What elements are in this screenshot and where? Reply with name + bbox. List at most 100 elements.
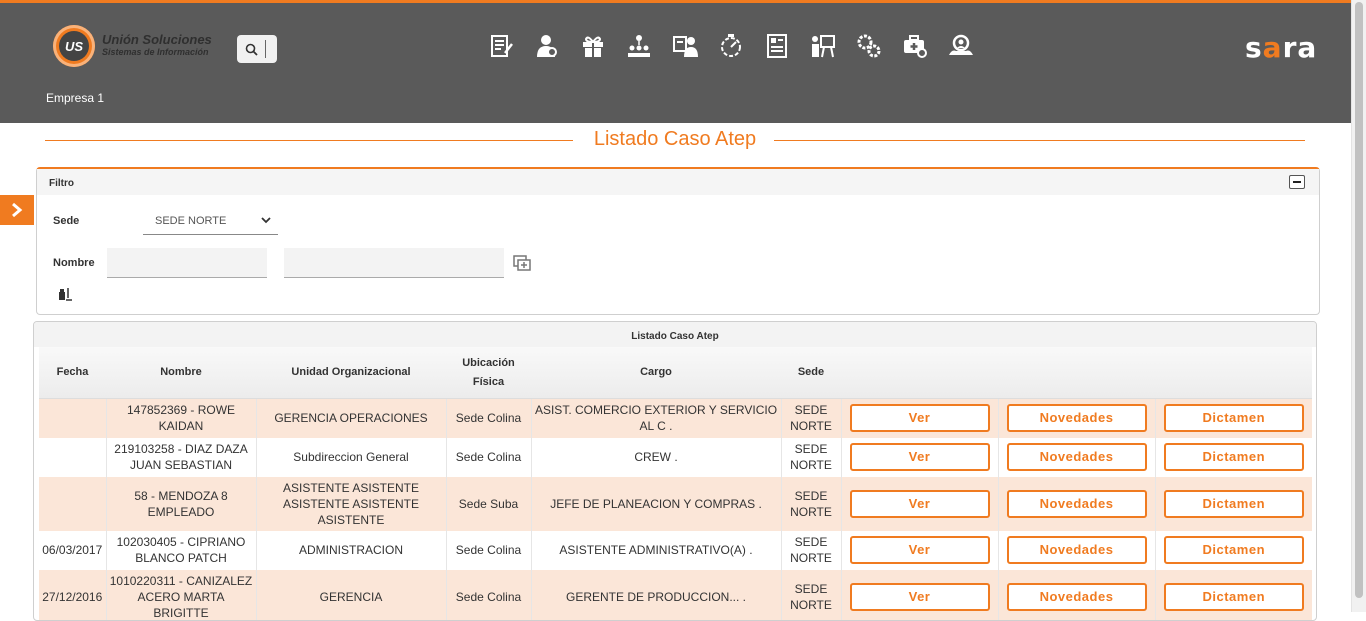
cell-fecha bbox=[39, 477, 106, 531]
page-title-wrap: Listado Caso Atep bbox=[45, 128, 1305, 151]
logo-text: Unión Soluciones Sistemas de Información bbox=[102, 33, 212, 59]
logo-line2: Sistemas de Información bbox=[102, 46, 212, 59]
company-name[interactable]: Empresa 1 bbox=[46, 91, 104, 105]
cell-dictamen: Dictamen bbox=[1155, 399, 1312, 438]
medical-kit-icon[interactable] bbox=[900, 31, 930, 61]
org-chart-icon[interactable] bbox=[624, 31, 654, 61]
dictamen-button[interactable]: Dictamen bbox=[1164, 583, 1304, 611]
timer-icon[interactable] bbox=[716, 31, 746, 61]
collapse-button[interactable] bbox=[1289, 175, 1305, 189]
settings-gears-icon[interactable] bbox=[854, 31, 884, 61]
ver-button[interactable]: Ver bbox=[850, 443, 990, 471]
search-icon bbox=[245, 43, 258, 56]
cell-sede: SEDE NORTE bbox=[781, 477, 841, 531]
cell-nombre: 58 - MENDOZA 8 EMPLEADO bbox=[106, 477, 256, 531]
cell-ubicacion: Sede Colina bbox=[446, 399, 531, 438]
col-cargo[interactable]: Cargo bbox=[531, 347, 781, 399]
nombre-search-input[interactable] bbox=[284, 248, 504, 278]
table-row: 219103258 - DIAZ DAZA JUAN SEBASTIAN Sub… bbox=[39, 438, 1312, 477]
col-novedades bbox=[998, 347, 1155, 399]
gift-icon[interactable] bbox=[578, 31, 608, 61]
cell-fecha: 27/12/2016 bbox=[39, 570, 106, 621]
cell-dictamen: Dictamen bbox=[1155, 477, 1312, 531]
col-ver bbox=[841, 347, 998, 399]
table-row: 06/03/2017 102030405 - CIPRIANO BLANCO P… bbox=[39, 531, 1312, 570]
cell-unidad: GERENCIA OPERACIONES bbox=[256, 399, 446, 438]
ver-button[interactable]: Ver bbox=[850, 404, 990, 432]
cell-cargo: ASISTENTE ADMINISTRATIVO(A) . bbox=[531, 531, 781, 570]
brand-logo: sara bbox=[1245, 31, 1317, 64]
nombre-input[interactable] bbox=[107, 248, 267, 278]
results-table: Fecha Nombre Unidad Organizacional Ubica… bbox=[39, 347, 1312, 621]
novedades-button[interactable]: Novedades bbox=[1007, 404, 1147, 432]
col-unidad[interactable]: Unidad Organizacional bbox=[256, 347, 446, 399]
cell-novedades: Novedades bbox=[998, 531, 1155, 570]
cell-novedades: Novedades bbox=[998, 477, 1155, 531]
cell-ubicacion: Sede Suba bbox=[446, 477, 531, 531]
dictamen-button[interactable]: Dictamen bbox=[1164, 404, 1304, 432]
col-sede[interactable]: Sede bbox=[781, 347, 841, 399]
table-header-row: Fecha Nombre Unidad Organizacional Ubica… bbox=[39, 347, 1312, 399]
side-menu-toggle[interactable] bbox=[0, 195, 34, 225]
table-title: Listado Caso Atep bbox=[34, 322, 1316, 347]
presentation-icon[interactable] bbox=[808, 31, 838, 61]
cell-unidad: ASISTENTE ASISTENTE ASISTENTE ASISTENTE … bbox=[256, 477, 446, 531]
table-row: 147852369 - ROWE KAIDAN GERENCIA OPERACI… bbox=[39, 399, 1312, 438]
cell-dictamen: Dictamen bbox=[1155, 438, 1312, 477]
cell-ver: Ver bbox=[841, 438, 998, 477]
filter-header: Filtro bbox=[37, 169, 1319, 195]
cell-ver: Ver bbox=[841, 399, 998, 438]
cell-cargo: JEFE DE PLANEACION Y COMPRAS . bbox=[531, 477, 781, 531]
col-dictamen bbox=[1155, 347, 1312, 399]
form-edit-icon[interactable] bbox=[486, 31, 516, 61]
col-nombre[interactable]: Nombre bbox=[106, 347, 256, 399]
dictamen-button[interactable]: Dictamen bbox=[1164, 536, 1304, 564]
document-list-icon[interactable] bbox=[762, 31, 792, 61]
ver-button[interactable]: Ver bbox=[850, 490, 990, 518]
logo-line1: Unión Soluciones bbox=[102, 33, 212, 46]
sede-selected-value: SEDE NORTE bbox=[155, 215, 226, 227]
cell-nombre: 147852369 - ROWE KAIDAN bbox=[106, 399, 256, 438]
sede-label: Sede bbox=[53, 215, 79, 227]
dictamen-button[interactable]: Dictamen bbox=[1164, 443, 1304, 471]
team-search-icon[interactable] bbox=[946, 31, 976, 61]
scrollbar-thumb[interactable] bbox=[1355, 2, 1363, 598]
ver-button[interactable]: Ver bbox=[850, 536, 990, 564]
filter-panel: Filtro Sede SEDE NORTE Nombre bbox=[36, 167, 1320, 315]
people-board-icon[interactable] bbox=[670, 31, 700, 61]
clear-filter-icon[interactable] bbox=[57, 286, 73, 302]
user-admin-icon[interactable] bbox=[532, 31, 562, 61]
cell-cargo: CREW . bbox=[531, 438, 781, 477]
cell-fecha bbox=[39, 399, 106, 438]
cell-sede: SEDE NORTE bbox=[781, 570, 841, 621]
main-nav bbox=[486, 31, 992, 61]
cell-nombre: 102030405 - CIPRIANO BLANCO PATCH bbox=[106, 531, 256, 570]
cell-cargo: ASIST. COMERCIO EXTERIOR Y SERVICIO AL C… bbox=[531, 399, 781, 438]
col-ubicacion[interactable]: Ubicación Física bbox=[446, 347, 531, 399]
nombre-label: Nombre bbox=[53, 257, 95, 269]
table-row: 58 - MENDOZA 8 EMPLEADO ASISTENTE ASISTE… bbox=[39, 477, 1312, 531]
logo-mark-text: US bbox=[59, 31, 89, 61]
novedades-button[interactable]: Novedades bbox=[1007, 490, 1147, 518]
ver-button[interactable]: Ver bbox=[850, 583, 990, 611]
novedades-button[interactable]: Novedades bbox=[1007, 536, 1147, 564]
lookup-icon[interactable] bbox=[513, 255, 531, 271]
cell-nombre: 219103258 - DIAZ DAZA JUAN SEBASTIAN bbox=[106, 438, 256, 477]
cell-novedades: Novedades bbox=[998, 399, 1155, 438]
cell-ubicacion: Sede Colina bbox=[446, 438, 531, 477]
cell-novedades: Novedades bbox=[998, 570, 1155, 621]
col-fecha[interactable]: Fecha bbox=[39, 347, 106, 399]
cell-novedades: Novedades bbox=[998, 438, 1155, 477]
cell-sede: SEDE NORTE bbox=[781, 438, 841, 477]
sede-select[interactable]: SEDE NORTE bbox=[143, 209, 278, 235]
novedades-button[interactable]: Novedades bbox=[1007, 443, 1147, 471]
cell-sede: SEDE NORTE bbox=[781, 399, 841, 438]
search-button[interactable] bbox=[237, 35, 277, 63]
chevron-right-icon bbox=[10, 202, 24, 218]
dictamen-button[interactable]: Dictamen bbox=[1164, 490, 1304, 518]
cell-unidad: Subdireccion General bbox=[256, 438, 446, 477]
novedades-button[interactable]: Novedades bbox=[1007, 583, 1147, 611]
company-logo[interactable]: US Unión Soluciones Sistemas de Informac… bbox=[53, 25, 212, 67]
page-scrollbar[interactable] bbox=[1351, 0, 1366, 612]
chevron-down-icon bbox=[260, 215, 272, 225]
